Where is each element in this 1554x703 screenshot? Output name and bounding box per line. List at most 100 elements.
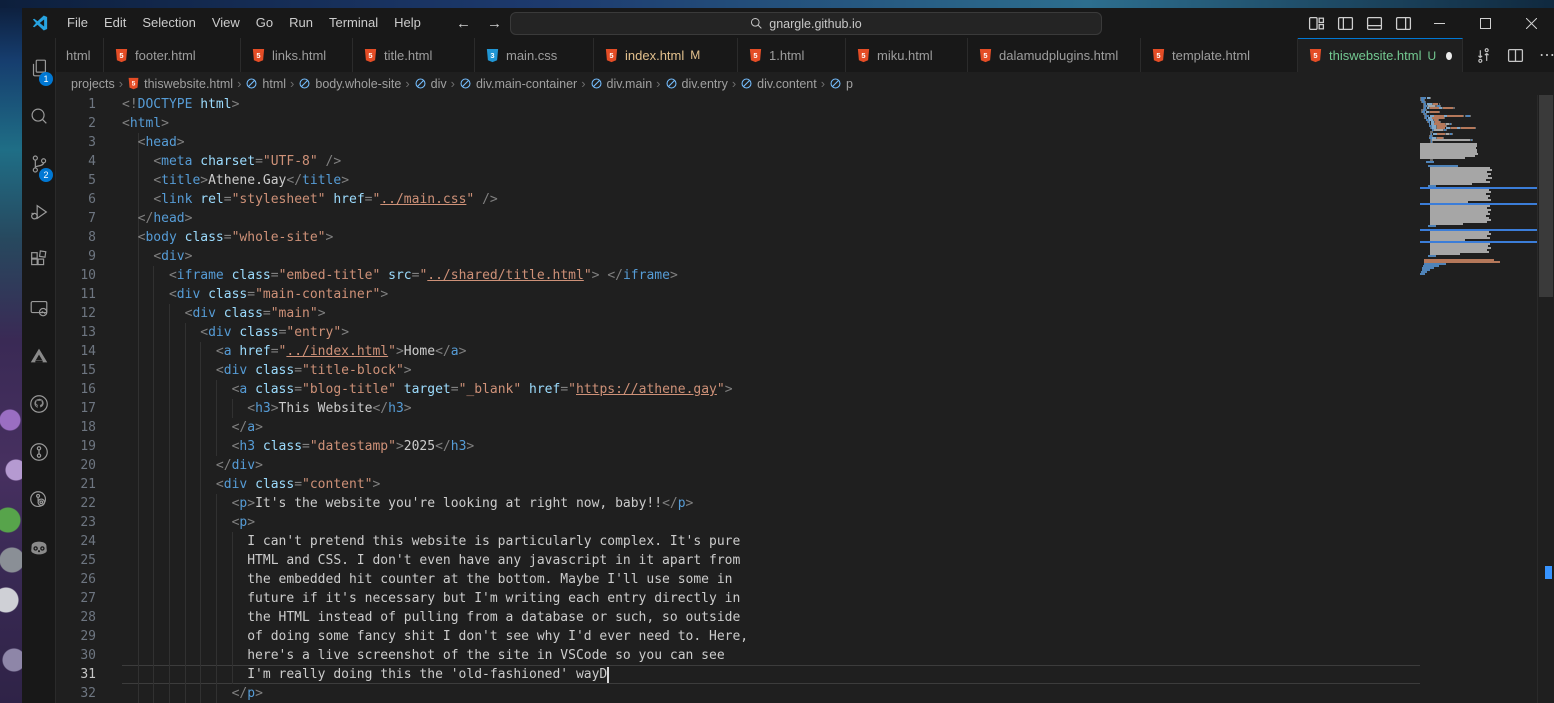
activity-godot-tools-icon[interactable] xyxy=(22,524,55,572)
line-number[interactable]: 20 xyxy=(56,456,96,475)
toggle-secondary-sidebar-icon[interactable] xyxy=(1395,15,1412,32)
line-number[interactable]: 4 xyxy=(56,152,96,171)
activity-github-icon[interactable] xyxy=(22,380,55,428)
line-number[interactable]: 28 xyxy=(56,608,96,627)
menu-selection[interactable]: Selection xyxy=(134,8,203,38)
menu-terminal[interactable]: Terminal xyxy=(321,8,386,38)
menu-file[interactable]: File xyxy=(59,8,96,38)
minimize-button[interactable] xyxy=(1416,8,1462,38)
code-editor[interactable]: 1<!DOCTYPE html>2<html>3 <head>4 <meta c… xyxy=(56,95,1554,703)
tab-dalamudplugins-html[interactable]: 5dalamudplugins.html xyxy=(968,38,1141,72)
compare-changes-icon[interactable] xyxy=(1475,47,1492,64)
activity-source-control-icon[interactable]: 2 xyxy=(22,140,55,188)
more-actions-icon[interactable]: ⋯ xyxy=(1539,45,1554,65)
line-number[interactable]: 8 xyxy=(56,228,96,247)
menu-edit[interactable]: Edit xyxy=(96,8,134,38)
scrollbar-thumb[interactable] xyxy=(1539,95,1553,297)
code-line-30[interactable]: 30 here's a live screenshot of the site … xyxy=(56,646,1420,665)
breadcrumb-item-div-main[interactable]: div.main xyxy=(590,77,653,91)
line-number[interactable]: 30 xyxy=(56,646,96,665)
line-number[interactable]: 9 xyxy=(56,247,96,266)
go-back-button[interactable]: ← xyxy=(456,15,471,32)
line-number[interactable]: 21 xyxy=(56,475,96,494)
breadcrumb-item-div-content[interactable]: div.content xyxy=(740,77,817,91)
line-number[interactable]: 32 xyxy=(56,684,96,703)
line-number[interactable]: 6 xyxy=(56,190,96,209)
tab-index-html[interactable]: 5index.htmlM xyxy=(594,38,738,72)
code-line-17[interactable]: 17 <h3>This Website</h3> xyxy=(56,399,1420,418)
code-line-16[interactable]: 16 <a class="blog-title" target="_blank"… xyxy=(56,380,1420,399)
split-editor-icon[interactable] xyxy=(1507,47,1524,64)
line-number[interactable]: 16 xyxy=(56,380,96,399)
tab-links-html[interactable]: 5links.html xyxy=(241,38,353,72)
breadcrumb-item-thiswebsite-html[interactable]: 5thiswebsite.html xyxy=(127,77,233,91)
code-line-9[interactable]: 9 <div> xyxy=(56,247,1420,266)
tab-footer-html[interactable]: 5footer.html xyxy=(104,38,241,72)
breadcrumb-item-div[interactable]: div xyxy=(414,77,447,91)
line-number[interactable]: 31 xyxy=(56,665,96,684)
menu-go[interactable]: Go xyxy=(248,8,281,38)
line-number[interactable]: 26 xyxy=(56,570,96,589)
menu-view[interactable]: View xyxy=(204,8,248,38)
code-line-18[interactable]: 18 </a> xyxy=(56,418,1420,437)
line-number[interactable]: 14 xyxy=(56,342,96,361)
code-line-13[interactable]: 13 <div class="entry"> xyxy=(56,323,1420,342)
code-line-28[interactable]: 28 the HTML instead of pulling from a da… xyxy=(56,608,1420,627)
minimap[interactable] xyxy=(1420,97,1538,703)
code-area[interactable]: 1<!DOCTYPE html>2<html>3 <head>4 <meta c… xyxy=(56,95,1420,703)
line-number[interactable]: 19 xyxy=(56,437,96,456)
code-line-19[interactable]: 19 <h3 class="datestamp">2025</h3> xyxy=(56,437,1420,456)
code-line-2[interactable]: 2<html> xyxy=(56,114,1420,133)
code-line-31[interactable]: 31 I'm really doing this the 'old-fashio… xyxy=(56,665,1420,684)
line-number[interactable]: 22 xyxy=(56,494,96,513)
activity-triangle-a-extension-icon[interactable] xyxy=(22,332,55,380)
breadcrumb-item-projects[interactable]: projects xyxy=(71,77,115,91)
code-line-24[interactable]: 24 I can't pretend this website is parti… xyxy=(56,532,1420,551)
activity-remote-explorer-icon[interactable] xyxy=(22,284,55,332)
code-line-29[interactable]: 29 of doing some fancy shit I don't see … xyxy=(56,627,1420,646)
code-line-32[interactable]: 32 </p> xyxy=(56,684,1420,703)
breadcrumb-item-div-main-container[interactable]: div.main-container xyxy=(459,77,577,91)
editor-scrollbar[interactable] xyxy=(1537,95,1554,703)
activity-gitlens-icon[interactable] xyxy=(22,428,55,476)
line-number[interactable]: 24 xyxy=(56,532,96,551)
code-line-22[interactable]: 22 <p>It's the website you're looking at… xyxy=(56,494,1420,513)
tab-1-html[interactable]: 51.html xyxy=(738,38,846,72)
tab-miku-html[interactable]: 5miku.html xyxy=(846,38,968,72)
tab-main-css[interactable]: 3main.css xyxy=(475,38,594,72)
close-button[interactable] xyxy=(1508,8,1554,38)
code-line-25[interactable]: 25 HTML and CSS. I don't even have any j… xyxy=(56,551,1420,570)
activity-extensions-icon[interactable] xyxy=(22,236,55,284)
line-number[interactable]: 18 xyxy=(56,418,96,437)
activity-search-icon[interactable] xyxy=(22,92,55,140)
line-number[interactable]: 7 xyxy=(56,209,96,228)
code-line-27[interactable]: 27 future if it's necessary but I'm writ… xyxy=(56,589,1420,608)
line-number[interactable]: 23 xyxy=(56,513,96,532)
breadcrumb-item-html[interactable]: html xyxy=(245,77,286,91)
code-line-8[interactable]: 8 <body class="whole-site"> xyxy=(56,228,1420,247)
line-number[interactable]: 5 xyxy=(56,171,96,190)
toggle-panel-icon[interactable] xyxy=(1366,15,1383,32)
code-line-14[interactable]: 14 <a href="../index.html">Home</a> xyxy=(56,342,1420,361)
tab-title-html[interactable]: 5title.html xyxy=(353,38,475,72)
line-number[interactable]: 3 xyxy=(56,133,96,152)
activity-gitlens-inspect-icon[interactable] xyxy=(22,476,55,524)
tab-thiswebsite-html[interactable]: 5thiswebsite.htmlU xyxy=(1298,38,1463,72)
activity-explorer-icon[interactable]: 1 xyxy=(22,44,55,92)
breadcrumb-item-body-whole-site[interactable]: body.whole-site xyxy=(298,77,401,91)
menu-run[interactable]: Run xyxy=(281,8,321,38)
breadcrumb-item-div-entry[interactable]: div.entry xyxy=(665,77,728,91)
maximize-button[interactable] xyxy=(1462,8,1508,38)
line-number[interactable]: 17 xyxy=(56,399,96,418)
tab-template-html[interactable]: 5template.html xyxy=(1141,38,1298,72)
line-number[interactable]: 11 xyxy=(56,285,96,304)
code-line-7[interactable]: 7 </head> xyxy=(56,209,1420,228)
code-line-1[interactable]: 1<!DOCTYPE html> xyxy=(56,95,1420,114)
command-center-search[interactable]: gnargle.github.io xyxy=(510,12,1102,35)
line-number[interactable]: 1 xyxy=(56,95,96,114)
code-line-4[interactable]: 4 <meta charset="UTF-8" /> xyxy=(56,152,1420,171)
line-number[interactable]: 10 xyxy=(56,266,96,285)
breadcrumb-item-p[interactable]: p xyxy=(829,77,853,91)
code-line-21[interactable]: 21 <div class="content"> xyxy=(56,475,1420,494)
tab-html[interactable]: html xyxy=(56,38,104,72)
